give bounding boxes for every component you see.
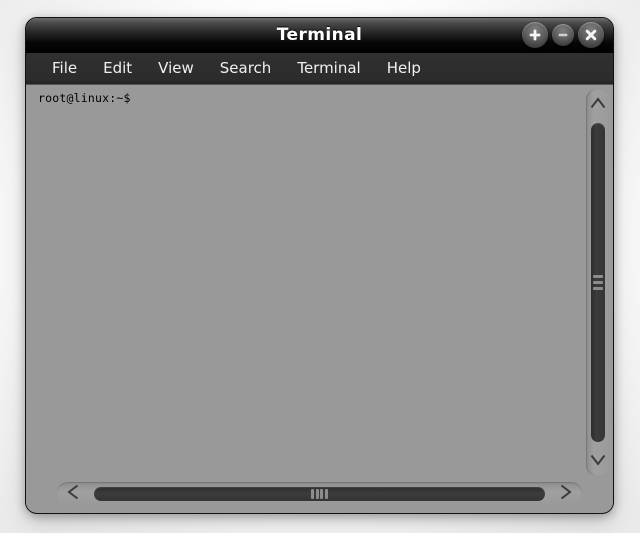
grip-horizontal-icon	[593, 275, 603, 290]
window-titlebar[interactable]: Terminal	[26, 18, 613, 53]
menu-item-terminal[interactable]: Terminal	[284, 57, 373, 80]
menu-item-view[interactable]: View	[145, 57, 207, 80]
terminal-body: root@linux:~$	[26, 85, 613, 512]
chevron-right-icon	[557, 483, 573, 505]
vertical-scrollbar[interactable]	[586, 89, 610, 476]
scroll-right-button[interactable]	[548, 482, 582, 506]
horizontal-scrollbar-thumb[interactable]	[94, 487, 545, 501]
menubar: File Edit View Search Terminal Help	[26, 53, 613, 85]
horizontal-scrollbar[interactable]	[57, 482, 582, 506]
menu-item-edit[interactable]: Edit	[90, 57, 145, 80]
window-controls-group	[522, 22, 604, 48]
vertical-scrollbar-thumb[interactable]	[591, 123, 605, 442]
terminal-prompt-line: root@linux:~$	[38, 91, 131, 105]
plus-icon	[527, 27, 543, 43]
desktop-background: Terminal File Edit View Search Terminal …	[0, 0, 640, 533]
scroll-up-button[interactable]	[586, 89, 610, 119]
close-icon	[583, 27, 599, 43]
scroll-left-button[interactable]	[57, 482, 91, 506]
terminal-output-area[interactable]: root@linux:~$	[26, 85, 583, 476]
scroll-down-button[interactable]	[586, 446, 610, 476]
chevron-down-icon	[589, 452, 607, 471]
minus-icon	[556, 28, 570, 42]
close-button[interactable]	[578, 22, 604, 48]
menu-item-search[interactable]: Search	[207, 57, 285, 80]
menu-item-help[interactable]: Help	[374, 57, 434, 80]
chevron-left-icon	[66, 483, 82, 505]
terminal-window: Terminal File Edit View Search Terminal …	[25, 17, 614, 514]
maximize-button[interactable]	[522, 22, 548, 48]
minimize-button[interactable]	[552, 24, 574, 46]
menu-item-file[interactable]: File	[39, 57, 90, 80]
grip-vertical-icon	[311, 489, 328, 499]
chevron-up-icon	[589, 95, 607, 114]
